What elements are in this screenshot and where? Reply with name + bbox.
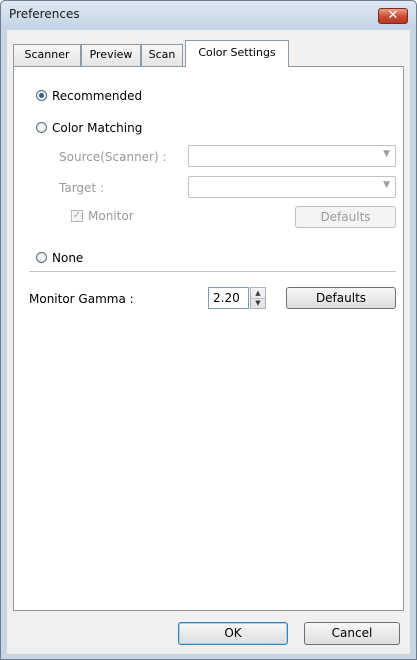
- preferences-window: Preferences ✕ Scanner Preview Scan Color…: [0, 0, 417, 660]
- cancel-button[interactable]: Cancel: [304, 622, 400, 645]
- color-matching-option[interactable]: Color Matching: [36, 120, 142, 136]
- none-radio[interactable]: [36, 252, 47, 263]
- none-label: None: [52, 251, 84, 265]
- monitor-gamma-stepper[interactable]: ▲ ▼: [250, 287, 266, 309]
- window-title: Preferences: [9, 7, 80, 21]
- monitor-gamma-input[interactable]: 2.20: [208, 287, 249, 309]
- tab-color-settings[interactable]: Color Settings: [185, 40, 289, 67]
- gamma-defaults-button[interactable]: Defaults: [286, 287, 396, 309]
- source-label: Source(Scanner) :: [59, 150, 167, 164]
- tab-preview[interactable]: Preview: [81, 44, 141, 66]
- separator: [29, 271, 396, 273]
- monitor-option[interactable]: ✓ Monitor: [71, 208, 134, 224]
- chevron-down-icon: ▼: [383, 149, 390, 159]
- monitor-checkbox[interactable]: ✓: [71, 209, 83, 222]
- target-select[interactable]: ▼: [188, 176, 396, 198]
- color-matching-label: Color Matching: [52, 121, 143, 135]
- color-matching-defaults-button[interactable]: Defaults: [295, 206, 396, 228]
- chevron-down-icon: ▼: [383, 180, 390, 190]
- title-bar[interactable]: Preferences ✕: [1, 1, 416, 29]
- tab-scanner[interactable]: Scanner: [13, 44, 81, 66]
- monitor-gamma-label: Monitor Gamma :: [29, 292, 134, 306]
- tab-scan[interactable]: Scan: [141, 44, 183, 66]
- spin-down-icon[interactable]: ▼: [251, 298, 265, 308]
- close-button[interactable]: ✕: [378, 8, 408, 24]
- close-icon: ✕: [387, 8, 399, 23]
- checkmark-icon: ✓: [72, 209, 82, 221]
- recommended-option[interactable]: Recommended: [36, 88, 142, 104]
- color-matching-radio[interactable]: [36, 122, 47, 133]
- color-settings-panel: Recommended Color Matching Source(Scanne…: [13, 66, 404, 611]
- ok-button[interactable]: OK: [178, 622, 288, 645]
- dialog-body: Scanner Preview Scan Color Settings Reco…: [7, 30, 410, 654]
- recommended-radio[interactable]: [36, 90, 47, 101]
- source-scanner-select[interactable]: ▼: [188, 145, 396, 167]
- recommended-label: Recommended: [52, 89, 143, 103]
- target-label: Target :: [59, 181, 104, 195]
- none-option[interactable]: None: [36, 250, 83, 266]
- monitor-label: Monitor: [88, 209, 134, 223]
